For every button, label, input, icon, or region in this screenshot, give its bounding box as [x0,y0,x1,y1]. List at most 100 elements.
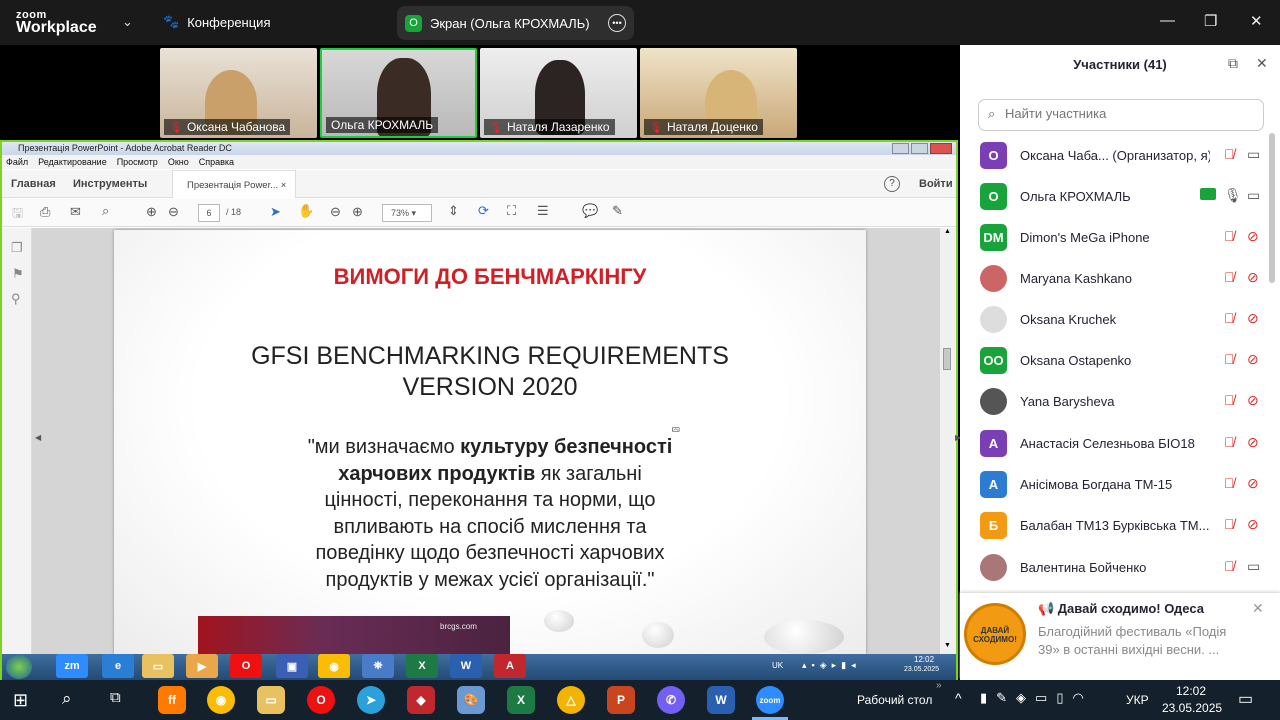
language-indicator[interactable]: УКР [1126,693,1149,707]
tab-home[interactable]: Главная [11,178,56,190]
zoom-out-icon[interactable]: ⊖ [330,204,341,220]
desktop-toolbar-label[interactable]: Рабочий стол [857,693,932,707]
mic-off-icon[interactable]: 🎙̸ [1224,228,1235,244]
participant-row[interactable]: DM Dimon's MeGa iPhone 🎙̸ ⊘ [980,219,1260,255]
page-thumbnails-icon[interactable]: ❐ [11,240,23,256]
mic-off-icon[interactable]: 🎙̸ [1224,434,1235,450]
menu-window[interactable]: Окно [168,155,189,169]
close-icon[interactable]: × [281,180,287,191]
close-panel-icon[interactable]: ✕ [1256,55,1268,72]
paint-icon[interactable]: 🎨 [457,686,485,714]
remote-save-icon[interactable]: ▣ [276,654,308,678]
participant-row[interactable]: OO Oksana Ostapenko 🎙̸ ⊘ [980,342,1260,378]
comment-icon[interactable]: 💬 [582,203,598,219]
camera-off-icon[interactable]: ⊘ [1247,434,1259,451]
video-tile[interactable]: 🎙 Наталя Лазаренко [480,48,637,138]
close-icon[interactable]: ✕ [1250,12,1263,30]
clock-date[interactable]: 23.05.2025 [1162,701,1222,715]
participant-row[interactable]: Oksana Kruchek 🎙̸ ⊘ [980,301,1260,337]
hand-icon[interactable]: ✋ [298,203,314,219]
anydesk-icon[interactable]: ◆ [407,686,435,714]
participant-row[interactable]: О Оксана Чаба... (Организатор, я) 🎙̸ ▭ [980,137,1260,173]
menu-edit[interactable]: Редактирование [38,155,107,169]
camera-off-icon[interactable]: ⊘ [1247,228,1259,245]
mic-off-icon[interactable]: 🎙̸ [1224,310,1235,326]
help-icon[interactable]: ? [884,176,900,192]
camera-off-icon[interactable]: ⊘ [1247,392,1259,409]
task-view-icon[interactable]: ⧉ [110,689,121,706]
maximize-icon[interactable] [911,143,929,154]
menu-view[interactable]: Просмотр [117,155,158,169]
collapse-left-icon[interactable]: ◀ [35,433,41,442]
zoom-app-icon[interactable]: zoom [756,686,784,714]
remote-lang[interactable]: UK [772,661,783,670]
page-input[interactable]: 6 [198,204,220,222]
next-page-icon[interactable]: ⊖ [168,204,179,220]
close-notification-icon[interactable]: ✕ [1252,600,1264,617]
prev-page-icon[interactable]: ⊕ [146,204,157,220]
minimize-icon[interactable]: — [1160,12,1175,29]
camera-off-icon[interactable]: ⊘ [1247,310,1259,327]
camera-off-icon[interactable]: ⊘ [1247,269,1259,286]
explorer-icon[interactable]: ▭ [257,686,285,714]
excel-icon[interactable]: X [507,686,535,714]
camera-icon[interactable]: ▭ [1247,187,1260,204]
mic-off-icon[interactable]: 🎙̸ [1224,146,1235,162]
scroll-up-icon[interactable]: ▲ [944,228,951,235]
video-tile[interactable]: 🎙 Наталя Доценко [640,48,797,138]
camera-icon[interactable]: ▭ [1247,146,1260,163]
remote-acrobat-icon[interactable]: A [494,654,526,678]
participant-row[interactable]: Валентина Бойченко 🎙̸ ▭ [980,549,1260,585]
menu-help[interactable]: Справка [199,155,234,169]
participant-row[interactable]: Yana Barysheva 🎙̸ ⊘ [980,383,1260,419]
remote-folder-icon[interactable]: ▭ [142,654,174,678]
meeting-info-button[interactable]: 🐾 Конференция [163,14,270,30]
tray-icons[interactable]: ▮✎◈▭▯◠ [980,690,1093,706]
fit-page-icon[interactable]: ⇕ [448,203,459,219]
login-button[interactable]: Войти [919,178,953,190]
more-icon[interactable]: ••• [608,14,626,32]
tray-chevron-icon[interactable]: ^ [955,690,962,706]
camera-off-icon[interactable]: ⊘ [1247,475,1259,492]
mic-off-icon[interactable]: 🎙̸ [1224,392,1235,408]
camera-off-icon[interactable]: ⊘ [1247,516,1259,533]
powerpoint-icon[interactable]: P [607,686,635,714]
participant-row[interactable]: Б Балабан ТМ13 Бурківська ТМ... 🎙̸ ⊘ [980,507,1260,543]
firefox-icon[interactable]: ff [158,686,186,714]
remote-zoom-icon[interactable]: zm [56,654,88,678]
attachment-icon[interactable]: ⚲ [11,291,21,307]
camera-icon[interactable]: ▭ [1247,558,1260,575]
search-participant-field[interactable]: ⌕ [978,99,1264,131]
notifications-icon[interactable]: ▭ [1238,689,1253,709]
remote-tray-icons[interactable]: ▴▪◈▸▮◂ [802,660,861,671]
select-cursor-icon[interactable]: ➤ [270,204,281,220]
scrollbar-thumb[interactable] [943,348,951,370]
mic-off-icon[interactable]: 🎙̸ [1224,475,1235,491]
archiver-icon[interactable]: △ [557,686,585,714]
scroll-down-icon[interactable]: ▼ [944,642,951,649]
vertical-scrollbar[interactable]: ▲ ▼ [940,228,956,654]
mic-off-icon[interactable]: 🎙̸ [1224,516,1235,532]
zoom-in-icon[interactable]: ⊕ [352,204,363,220]
pen-icon[interactable]: ✎ [612,203,623,219]
clock-time[interactable]: 12:02 [1176,684,1206,698]
search-icon[interactable]: ⌕ [102,203,109,219]
close-icon[interactable] [930,143,953,154]
panel-scrollbar[interactable] [1269,133,1275,283]
remote-excel-icon[interactable]: X [406,654,438,678]
participant-row[interactable]: Maryana Kashkano 🎙̸ ⊘ [980,260,1260,296]
windows-start-icon[interactable]: ⊞ [13,690,28,711]
video-tile[interactable]: 🎙 Оксана Чабанова [160,48,317,138]
remote-network-icon[interactable]: ⛯ [362,654,394,678]
search-input[interactable] [1005,106,1255,121]
word-icon[interactable]: W [707,686,735,714]
screen-share-indicator[interactable]: O Экран (Ольга КРОХМАЛЬ) ••• [397,6,634,40]
video-tile-active[interactable]: Ольга КРОХМАЛЬ [320,48,477,138]
fullscreen-icon[interactable]: ⛶ [507,203,516,219]
notification-toast[interactable]: ДАВАЙ СХОДИМО! 📢 Давай сходимо! Одеса Бла… [960,593,1280,680]
camera-off-icon[interactable]: ⊘ [1247,351,1259,368]
chevron-down-icon[interactable]: ⌄ [122,14,133,30]
participant-row[interactable]: О Ольга КРОХМАЛЬ 🎙 ▭ [980,178,1260,214]
opera-icon[interactable]: O [307,686,335,714]
zoom-select[interactable]: 73% ▾ [382,204,432,222]
